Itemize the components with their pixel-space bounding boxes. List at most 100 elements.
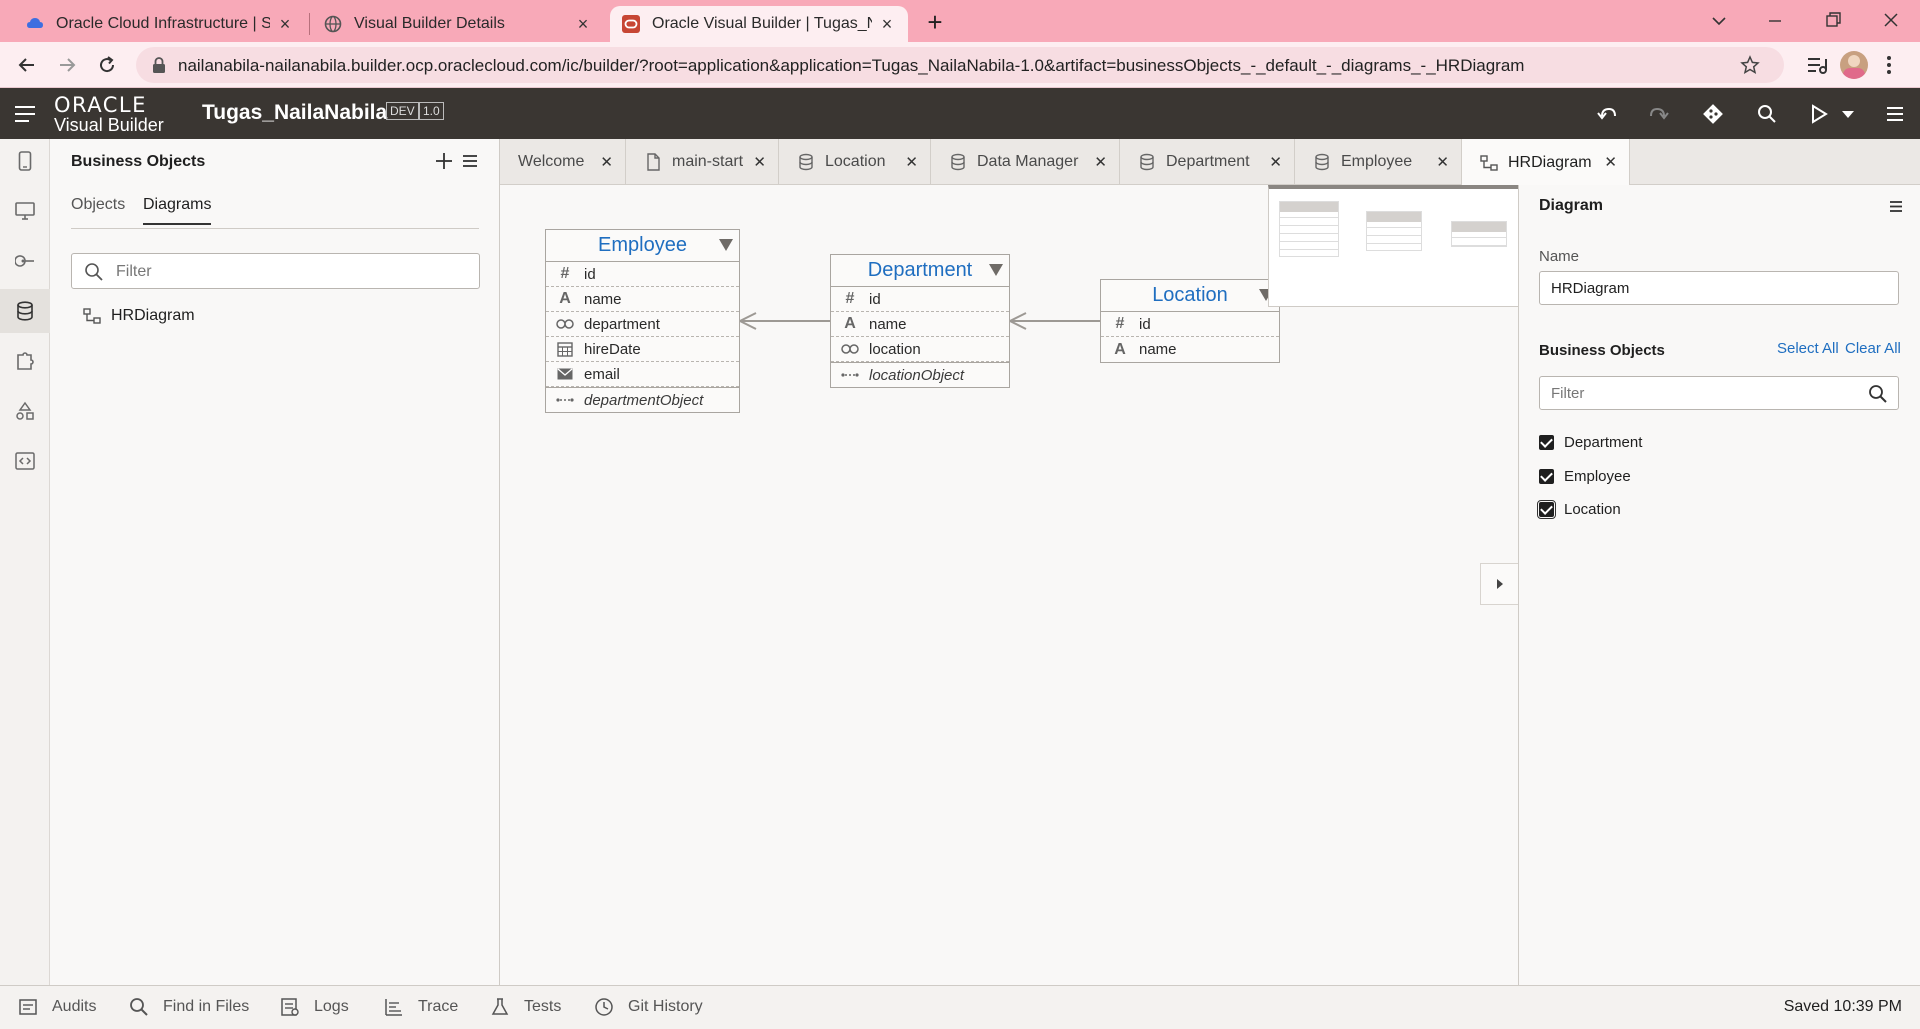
list-item-hrdiagram[interactable]: HRDiagram [83, 302, 195, 330]
relation-row[interactable]: locationObject [831, 362, 1009, 387]
hamburger-menu-icon[interactable] [13, 104, 37, 124]
navigator-filter[interactable]: Filter [71, 253, 480, 289]
select-all-link[interactable]: Select All [1777, 340, 1839, 357]
diagram-name-field[interactable]: HRDiagram [1539, 271, 1899, 305]
close-icon[interactable]: ✕ [905, 153, 918, 171]
entity-location[interactable]: Location # id Aname [1100, 279, 1280, 363]
close-icon[interactable]: × [574, 14, 592, 35]
entity-department[interactable]: Department # id Aname location locationOb… [830, 254, 1010, 388]
entity-title[interactable]: Employee [546, 230, 739, 262]
close-icon[interactable]: ✕ [1094, 153, 1107, 171]
find-in-files-button[interactable]: Find in Files [129, 997, 249, 1017]
attribute-row[interactable]: # id [546, 262, 739, 287]
attribute-row[interactable]: Aname [831, 312, 1009, 337]
attribute-row[interactable]: location [831, 337, 1009, 362]
close-icon[interactable]: ✕ [600, 153, 613, 171]
new-tab-button[interactable]: + [922, 9, 948, 36]
main-menu-button[interactable] [1882, 101, 1908, 127]
rail-business-objects[interactable] [0, 289, 50, 333]
minimize-icon[interactable] [1766, 12, 1784, 30]
search-icon[interactable] [1868, 384, 1888, 404]
tab-welcome[interactable]: Welcome ✕ [500, 139, 626, 185]
attribute-row[interactable]: department [546, 312, 739, 337]
avatar[interactable] [1840, 51, 1868, 79]
diagram-overview-minimap[interactable] [1268, 185, 1518, 307]
run-options-button[interactable] [1835, 101, 1861, 127]
close-icon[interactable]: ✕ [1269, 153, 1282, 171]
reading-list-icon[interactable] [1806, 55, 1828, 75]
restore-icon[interactable] [1824, 11, 1842, 29]
close-icon[interactable]: × [878, 14, 896, 35]
trace-button[interactable]: Trace [384, 997, 458, 1017]
redo-button[interactable] [1646, 101, 1672, 127]
tab-location[interactable]: Location ✕ [779, 139, 931, 185]
search-button[interactable] [1754, 101, 1780, 127]
star-icon[interactable] [1740, 55, 1760, 75]
clear-all-link[interactable]: Clear All [1845, 340, 1901, 357]
audits-button[interactable]: Audits [18, 997, 96, 1017]
attribute-row[interactable]: Aname [1101, 337, 1279, 362]
checkbox-label: Employee [1564, 468, 1631, 485]
rail-web-apps[interactable] [0, 189, 50, 233]
undo-button[interactable] [1594, 101, 1620, 127]
rail-layouts[interactable] [0, 389, 50, 433]
attribute-row[interactable]: hireDate [546, 337, 739, 362]
tab-objects[interactable]: Objects [71, 196, 125, 214]
close-icon[interactable]: ✕ [1604, 153, 1617, 171]
entity-title[interactable]: Location [1101, 280, 1279, 312]
plus-icon[interactable] [435, 152, 453, 170]
caret-down-icon[interactable] [989, 264, 1003, 276]
entity-employee[interactable]: Employee # id Aname department hireDate e… [545, 229, 740, 413]
browser-tab-strip: Oracle Cloud Infrastructure | Sign × Vis… [0, 0, 1920, 42]
tests-button[interactable]: Tests [490, 997, 561, 1017]
browser-tab-oracle-vb[interactable]: Oracle Visual Builder | Tugas_Nai × [610, 6, 908, 42]
expand-panel-button[interactable] [1480, 563, 1518, 605]
tab-hrdiagram[interactable]: HRDiagram ✕ [1462, 139, 1630, 186]
bo-filter-input[interactable]: Filter [1539, 376, 1899, 410]
browser-tab-vb-details[interactable]: Visual Builder Details × [312, 6, 604, 42]
chevron-down-icon[interactable] [1710, 12, 1728, 30]
reload-button[interactable] [92, 50, 122, 80]
tab-data-manager[interactable]: Data Manager ✕ [931, 139, 1120, 185]
number-icon: # [560, 265, 570, 282]
git-history-button[interactable]: Git History [594, 997, 703, 1017]
diagram-canvas[interactable]: Employee # id Aname department hireDate e… [500, 185, 1518, 985]
tab-diagrams[interactable]: Diagrams [143, 196, 212, 225]
checkbox-department[interactable]: Department [1539, 434, 1642, 451]
tab-main-start[interactable]: main-start ✕ [626, 139, 779, 185]
window-close-icon[interactable] [1882, 11, 1900, 29]
rail-mobile-apps[interactable] [0, 139, 50, 183]
run-button[interactable] [1806, 101, 1832, 127]
git-history-label: Git History [628, 998, 703, 1015]
logs-button[interactable]: Logs [280, 997, 349, 1017]
attribute-row[interactable]: Aname [546, 287, 739, 312]
menu-icon[interactable] [1889, 200, 1903, 213]
back-button[interactable] [12, 50, 42, 80]
forward-button[interactable] [52, 50, 82, 80]
close-icon[interactable]: ✕ [753, 153, 766, 171]
more-vert-icon[interactable] [1886, 55, 1892, 75]
rail-source[interactable] [0, 439, 50, 483]
caret-down-icon[interactable] [719, 239, 733, 251]
attribute-row[interactable]: # id [831, 287, 1009, 312]
address-bar[interactable]: nailanabila-nailanabila.builder.ocp.orac… [136, 47, 1784, 83]
checkbox[interactable] [1539, 469, 1554, 484]
checkbox[interactable] [1539, 435, 1554, 450]
attribute-row[interactable]: email [546, 362, 739, 387]
relation-row[interactable]: departmentObject [546, 387, 739, 412]
rail-services[interactable] [0, 239, 50, 283]
tab-employee[interactable]: Employee ✕ [1295, 139, 1462, 185]
entity-title[interactable]: Department [831, 255, 1009, 287]
checkbox-employee[interactable]: Employee [1539, 468, 1631, 485]
menu-icon[interactable] [462, 154, 478, 168]
tab-department[interactable]: Department ✕ [1120, 139, 1295, 185]
browser-tab-oracle-cloud[interactable]: Oracle Cloud Infrastructure | Sign × [14, 6, 306, 42]
checkbox[interactable] [1537, 500, 1556, 519]
checkbox-location[interactable]: Location [1537, 500, 1621, 519]
text-icon: A [1114, 340, 1126, 358]
rail-components[interactable] [0, 339, 50, 383]
attribute-row[interactable]: # id [1101, 312, 1279, 337]
close-icon[interactable]: ✕ [1436, 153, 1449, 171]
close-icon[interactable]: × [276, 14, 294, 35]
git-button[interactable] [1700, 101, 1726, 127]
